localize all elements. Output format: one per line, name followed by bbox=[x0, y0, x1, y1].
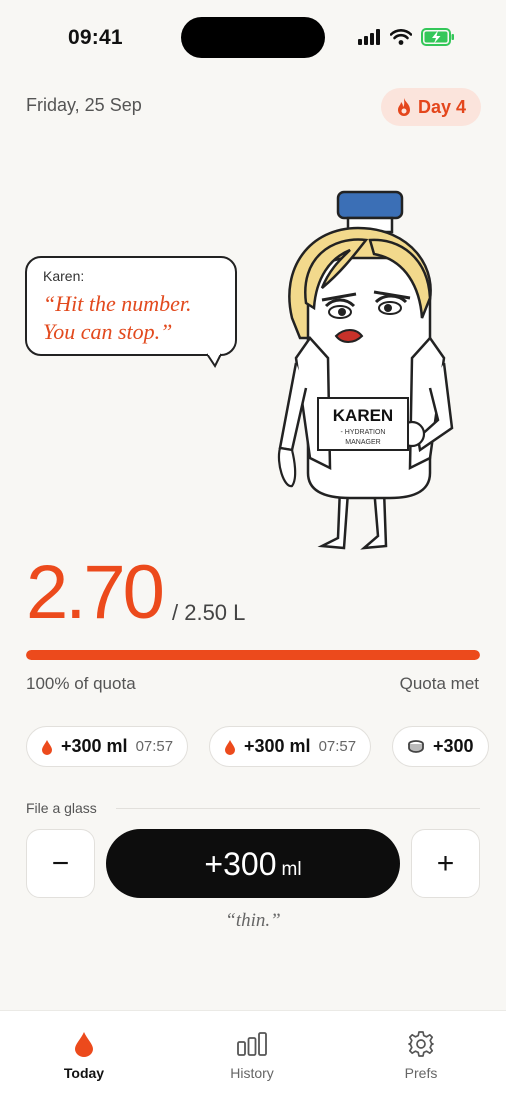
log-entry[interactable]: +300 bbox=[392, 726, 489, 767]
section-label: File a glass bbox=[26, 800, 97, 816]
log-entry[interactable]: +300 ml 07:57 bbox=[209, 726, 372, 767]
tab-prefs[interactable]: Prefs bbox=[366, 1031, 476, 1081]
battery-charging-icon bbox=[421, 28, 454, 46]
gear-icon bbox=[408, 1031, 434, 1057]
decrease-button[interactable]: − bbox=[26, 829, 95, 898]
add-glass-button[interactable]: +300 ml bbox=[106, 829, 400, 898]
log-entry-amount: +300 ml bbox=[61, 736, 128, 756]
mascot-label-line1: - HYDRATION bbox=[341, 429, 386, 436]
add-glass-value: +300 bbox=[204, 846, 277, 882]
tab-today[interactable]: Today bbox=[29, 1031, 139, 1081]
mascot-label-line2: MANAGER bbox=[345, 439, 380, 446]
status-icons bbox=[357, 26, 455, 48]
log-entry-amount: +300 bbox=[433, 736, 474, 756]
bar-chart-icon bbox=[237, 1032, 267, 1056]
quote-line-2: You can stop.” bbox=[43, 319, 173, 344]
intake-log-list: +300 ml 07:57 +300 ml 07:57 +300 bbox=[26, 726, 506, 768]
increase-button[interactable]: + bbox=[411, 829, 480, 898]
drop-icon bbox=[42, 739, 52, 755]
quote-line-1: “Hit the number. bbox=[43, 291, 192, 316]
status-bar: 09:41 bbox=[0, 0, 506, 80]
drop-icon bbox=[225, 739, 235, 755]
status-time: 09:41 bbox=[68, 26, 123, 49]
dynamic-island bbox=[181, 17, 325, 58]
log-entry-time: 07:57 bbox=[318, 738, 357, 755]
quota-progress-bar bbox=[26, 650, 480, 660]
tab-bar: Today History Prefs bbox=[0, 1010, 506, 1100]
log-entry-amount: +300 ml bbox=[244, 736, 311, 756]
quota-percent: 100% of quota bbox=[26, 674, 136, 693]
karen-remark: “thin.” bbox=[225, 910, 281, 931]
drop-icon bbox=[75, 1032, 93, 1057]
tab-label: History bbox=[230, 1065, 274, 1081]
cup-icon bbox=[408, 739, 424, 753]
streak-badge[interactable]: Day 4 bbox=[381, 88, 481, 126]
quota-progress-fill bbox=[26, 650, 480, 660]
log-entry-time: 07:57 bbox=[135, 738, 174, 755]
signal-icon bbox=[358, 29, 380, 45]
speech-bubble-tail bbox=[206, 352, 222, 368]
speech-bubble: Karen: “Hit the number. You can stop.” bbox=[25, 256, 237, 356]
wifi-icon bbox=[390, 29, 412, 45]
speech-quote: “Hit the number. You can stop.” bbox=[43, 290, 219, 346]
intake-amount: 2.70 bbox=[26, 550, 165, 635]
karen-bottle-mascot: KAREN - HYDRATION MANAGER bbox=[277, 190, 454, 550]
streak-label: Day 4 bbox=[417, 96, 467, 117]
intake-goal: / 2.50 L bbox=[172, 600, 246, 625]
tab-history[interactable]: History bbox=[197, 1031, 307, 1081]
date-label: Friday, 25 Sep bbox=[26, 95, 142, 115]
tab-label: Prefs bbox=[404, 1065, 438, 1081]
quota-status: Quota met bbox=[399, 674, 479, 693]
log-entry[interactable]: +300 ml 07:57 bbox=[26, 726, 189, 767]
tab-label: Today bbox=[63, 1065, 105, 1081]
mascot-label-title: KAREN bbox=[333, 406, 393, 425]
speaker-name: Karen: bbox=[43, 268, 85, 284]
add-glass-unit: ml bbox=[281, 859, 302, 880]
flame-icon bbox=[397, 98, 410, 116]
divider bbox=[116, 808, 480, 809]
